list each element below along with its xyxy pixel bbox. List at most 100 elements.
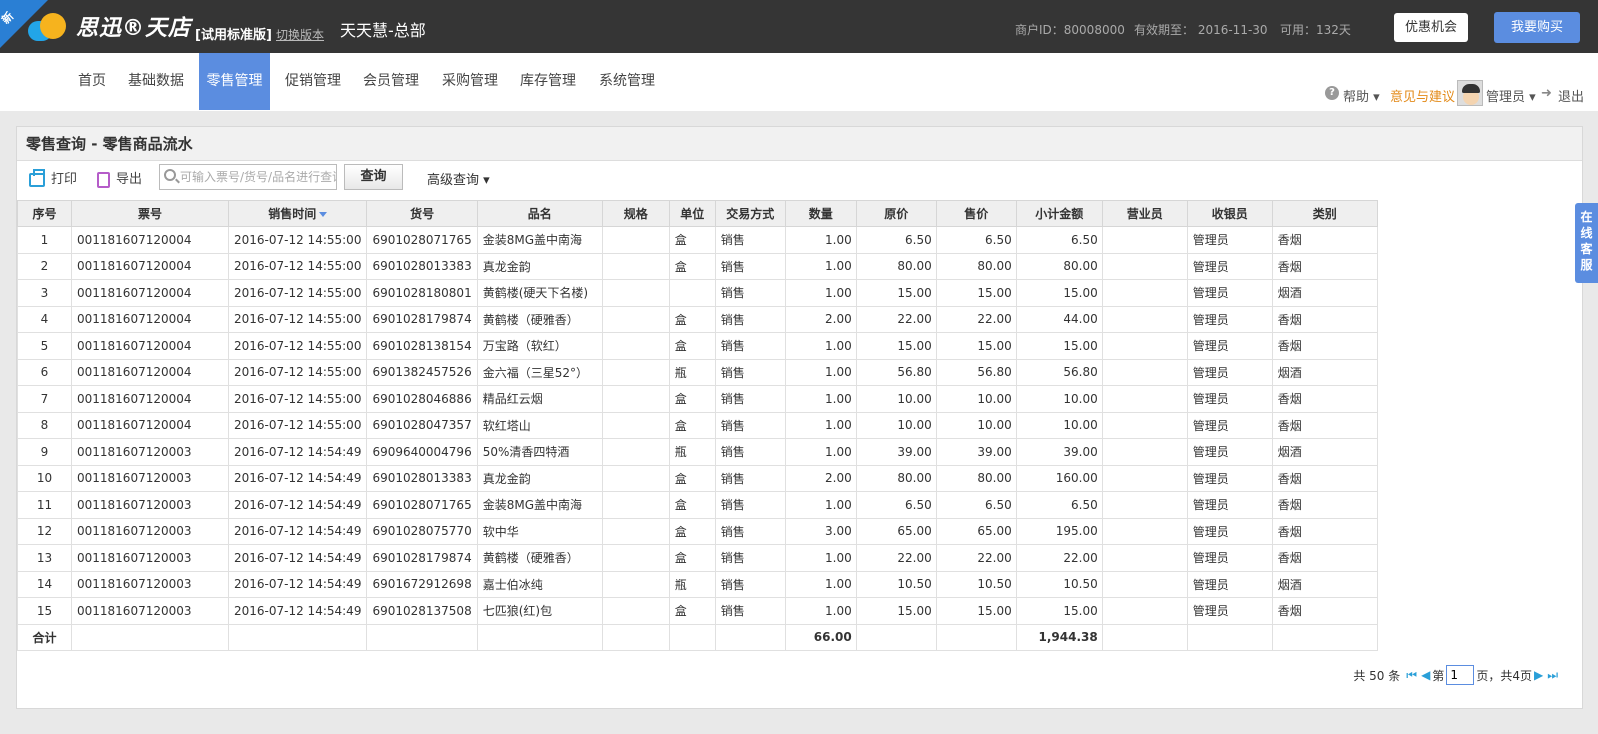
col-header[interactable]: 收银员 bbox=[1186, 200, 1273, 227]
user-avatar[interactable] bbox=[1457, 80, 1483, 106]
nav-member-management[interactable]: 会员管理 bbox=[357, 53, 425, 110]
table-cell bbox=[1101, 252, 1188, 280]
col-header-sorted[interactable]: 销售时间 bbox=[227, 200, 368, 227]
table-cell: 6901028071765 bbox=[366, 226, 478, 254]
discount-button[interactable]: 优惠机会 bbox=[1394, 13, 1468, 42]
nav-basic-data[interactable]: 基础数据 bbox=[122, 53, 190, 110]
nav-home[interactable]: 首页 bbox=[66, 53, 118, 110]
page-suffix: 页，共4页 bbox=[1476, 668, 1532, 683]
page-number-input[interactable] bbox=[1446, 665, 1475, 685]
table-cell bbox=[601, 464, 670, 492]
table-cell: 3 bbox=[17, 279, 72, 307]
col-header[interactable]: 数量 bbox=[784, 200, 857, 227]
table-cell: 2016-07-12 14:55:00 bbox=[227, 279, 368, 307]
col-header[interactable]: 交易方式 bbox=[714, 200, 786, 227]
table-row[interactable]: 14 001181607120003 2016-07-12 14:54:49 6901… bbox=[17, 570, 1378, 598]
table-row[interactable]: 5 001181607120004 2016-07-12 14:55:00 69010… bbox=[17, 332, 1378, 360]
table-cell: 65.00 bbox=[935, 517, 1017, 545]
table-cell: 80.00 bbox=[855, 252, 937, 280]
col-header[interactable]: 序号 bbox=[17, 200, 72, 227]
table-cell bbox=[1101, 544, 1188, 572]
nav-retail-management[interactable]: 零售管理 bbox=[199, 53, 270, 110]
table-cell: 6901028046886 bbox=[366, 385, 478, 413]
table-row[interactable]: 4 001181607120004 2016-07-12 14:55:00 69010… bbox=[17, 305, 1378, 333]
last-page-icon[interactable]: ⏭ bbox=[1547, 668, 1558, 683]
table-row[interactable]: 7 001181607120004 2016-07-12 14:55:00 69010… bbox=[17, 385, 1378, 413]
table-cell bbox=[1101, 279, 1188, 307]
next-page-icon[interactable]: ▶ bbox=[1534, 668, 1543, 682]
table-cell: 黄鹤楼（硬雅香） bbox=[476, 544, 603, 572]
total-count: 共 50 条 bbox=[1353, 668, 1401, 683]
query-button[interactable]: 查询 bbox=[344, 164, 403, 190]
col-header[interactable]: 原价 bbox=[855, 200, 937, 227]
nav-purchase-management[interactable]: 采购管理 bbox=[436, 53, 504, 110]
nav-promotion-management[interactable]: 促销管理 bbox=[279, 53, 347, 110]
table-cell bbox=[1101, 438, 1188, 466]
table-cell: 金装8MG盖中南海 bbox=[476, 226, 603, 254]
table-cell: 1.00 bbox=[784, 544, 857, 572]
table-cell: 销售 bbox=[714, 597, 786, 625]
help-menu[interactable]: 帮助 ▾ bbox=[1343, 86, 1380, 105]
table-cell: 001181607120004 bbox=[71, 305, 229, 333]
online-service-tab[interactable]: 在线客服 bbox=[1575, 203, 1598, 283]
table-cell: 6.50 bbox=[855, 491, 937, 519]
table-row[interactable]: 11 001181607120003 2016-07-12 14:54:49 6901… bbox=[17, 491, 1378, 519]
table-row[interactable]: 1 001181607120004 2016-07-12 14:55:00 69010… bbox=[17, 226, 1378, 254]
table-cell: 44.00 bbox=[1015, 305, 1103, 333]
table-row[interactable]: 15 001181607120003 2016-07-12 14:54:49 6901… bbox=[17, 597, 1378, 625]
col-header[interactable]: 品名 bbox=[476, 200, 603, 227]
table-cell: 管理员 bbox=[1186, 358, 1273, 386]
table-header-row: 序号 票号 销售时间 货号 品名 规格 单位 交易方式 数量 原价 售价 小计金… bbox=[17, 200, 1378, 227]
search-input[interactable] bbox=[180, 165, 336, 189]
total-quantity: 66.00 bbox=[784, 623, 857, 651]
col-header[interactable]: 货号 bbox=[366, 200, 478, 227]
table-cell: 管理员 bbox=[1186, 597, 1273, 625]
logo-text: 思迅®天店 bbox=[76, 16, 192, 41]
table-row[interactable]: 9 001181607120003 2016-07-12 14:54:49 69096… bbox=[17, 438, 1378, 466]
table-cell: 2016-07-12 14:55:00 bbox=[227, 252, 368, 280]
table-cell: 香烟 bbox=[1271, 491, 1378, 519]
nav-system-management[interactable]: 系统管理 bbox=[593, 53, 661, 110]
feedback-link[interactable]: 意见与建议 bbox=[1390, 86, 1455, 105]
table-cell bbox=[601, 332, 670, 360]
table-cell: 1.00 bbox=[784, 597, 857, 625]
table-cell: 15.00 bbox=[1015, 332, 1103, 360]
table-row[interactable]: 3 001181607120004 2016-07-12 14:55:00 69010… bbox=[17, 279, 1378, 307]
col-header[interactable]: 售价 bbox=[935, 200, 1017, 227]
col-header[interactable]: 规格 bbox=[601, 200, 670, 227]
table-row[interactable]: 8 001181607120004 2016-07-12 14:55:00 69010… bbox=[17, 411, 1378, 439]
switch-version-link[interactable]: 切换版本 bbox=[276, 26, 324, 43]
buy-button[interactable]: 我要购买 bbox=[1494, 12, 1580, 43]
col-header[interactable]: 小计金额 bbox=[1015, 200, 1103, 227]
table-cell: 管理员 bbox=[1186, 279, 1273, 307]
table-cell: 80.00 bbox=[1015, 252, 1103, 280]
table-cell: 6901028137508 bbox=[366, 597, 478, 625]
logout-link[interactable]: 退出 bbox=[1558, 86, 1584, 105]
advanced-query-dropdown[interactable]: 高级查询 ▾ bbox=[427, 169, 490, 188]
table-cell: 管理员 bbox=[1186, 226, 1273, 254]
table-cell: 10.00 bbox=[935, 385, 1017, 413]
table-row[interactable]: 2 001181607120004 2016-07-12 14:55:00 69010… bbox=[17, 252, 1378, 280]
table-cell: 管理员 bbox=[1186, 438, 1273, 466]
col-header[interactable]: 单位 bbox=[668, 200, 716, 227]
table-cell: 6.50 bbox=[935, 226, 1017, 254]
nav-inventory-management[interactable]: 库存管理 bbox=[514, 53, 582, 110]
table-row[interactable]: 12 001181607120003 2016-07-12 14:54:49 6901… bbox=[17, 517, 1378, 545]
table-cell: 七匹狼(红)包 bbox=[476, 597, 603, 625]
table-cell: 盒 bbox=[668, 252, 716, 280]
app-logo[interactable]: 思迅®天店 bbox=[28, 10, 191, 42]
table-cell: 2016-07-12 14:55:00 bbox=[227, 385, 368, 413]
print-button[interactable]: 打印 bbox=[29, 169, 77, 191]
first-page-icon[interactable]: ⏮ bbox=[1406, 668, 1417, 683]
col-header[interactable]: 营业员 bbox=[1101, 200, 1188, 227]
col-header[interactable]: 类别 bbox=[1271, 200, 1378, 227]
prev-page-icon[interactable]: ◀ bbox=[1421, 668, 1430, 682]
table-row[interactable]: 10 001181607120003 2016-07-12 14:54:49 6901… bbox=[17, 464, 1378, 492]
export-button[interactable]: 导出 bbox=[97, 169, 142, 191]
table-cell: 香烟 bbox=[1271, 385, 1378, 413]
table-row[interactable]: 6 001181607120004 2016-07-12 14:55:00 69013… bbox=[17, 358, 1378, 386]
table-cell: 管理员 bbox=[1186, 517, 1273, 545]
user-menu[interactable]: 管理员 ▾ bbox=[1486, 86, 1536, 105]
table-row[interactable]: 13 001181607120003 2016-07-12 14:54:49 6901… bbox=[17, 544, 1378, 572]
col-header[interactable]: 票号 bbox=[71, 200, 229, 227]
